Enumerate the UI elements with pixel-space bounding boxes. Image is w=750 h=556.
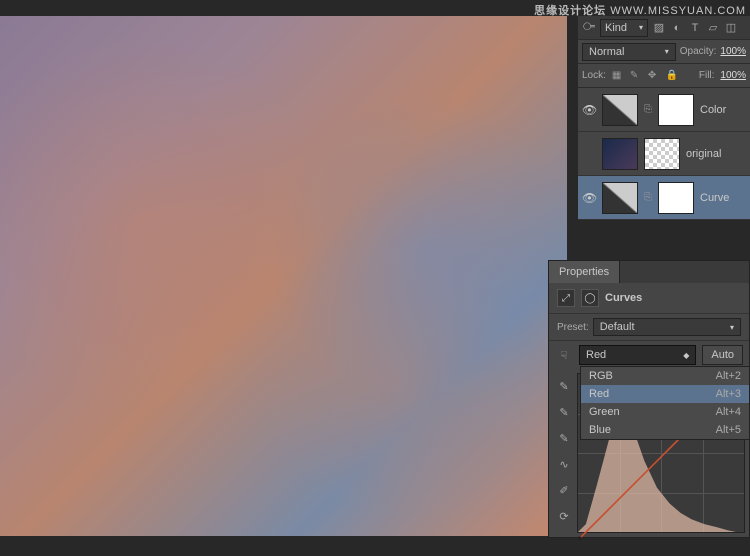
curve-smooth-icon[interactable]: ⟳ xyxy=(555,507,573,525)
layer-row[interactable]: original xyxy=(578,132,750,176)
filter-adjust-icon[interactable]: ◐ xyxy=(670,21,684,35)
visibility-toggle[interactable]: 👁 xyxy=(582,103,596,117)
channel-row: ☟ Red RGBAlt+2 RedAlt+3 GreenAlt+4 BlueA… xyxy=(549,341,749,369)
target-adjust-icon[interactable]: ☟ xyxy=(555,346,573,364)
layer-mask[interactable] xyxy=(658,94,694,126)
kind-select[interactable]: Kind xyxy=(600,19,648,37)
adjustment-title: Curves xyxy=(605,292,642,304)
layer-mask[interactable] xyxy=(658,182,694,214)
filter-type-icon[interactable]: T xyxy=(688,21,702,35)
link-icon: ⎘ xyxy=(644,192,652,203)
blend-row: Normal Opacity: 100% xyxy=(578,40,750,64)
layer-thumb[interactable] xyxy=(602,94,638,126)
preset-label: Preset: xyxy=(557,322,589,333)
eyedropper-white-icon[interactable]: ✎ xyxy=(555,429,573,447)
layer-filter-row: ⧃ Kind ▨ ◐ T ▱ ◫ xyxy=(578,16,750,40)
filter-smart-icon[interactable]: ◫ xyxy=(724,21,738,35)
lock-position-icon[interactable]: ✥ xyxy=(648,70,660,82)
lock-label: Lock: xyxy=(582,70,606,81)
blend-mode-select[interactable]: Normal xyxy=(582,43,676,61)
eyedropper-gray-icon[interactable]: ✎ xyxy=(555,403,573,421)
auto-button[interactable]: Auto xyxy=(702,345,743,365)
channel-dropdown: RGBAlt+2 RedAlt+3 GreenAlt+4 BlueAlt+5 xyxy=(580,366,750,440)
fill-label: Fill: xyxy=(699,70,715,81)
layer-name[interactable]: Color xyxy=(700,104,726,116)
opacity-value[interactable]: 100% xyxy=(720,46,746,57)
lock-all-icon[interactable]: 🔒 xyxy=(666,70,678,82)
tab-properties[interactable]: Properties xyxy=(549,261,620,283)
layer-name[interactable]: original xyxy=(686,148,721,160)
channel-select[interactable]: Red RGBAlt+2 RedAlt+3 GreenAlt+4 BlueAlt… xyxy=(579,345,696,365)
fill-value[interactable]: 100% xyxy=(720,70,746,81)
curve-draw-icon[interactable]: ✐ xyxy=(555,481,573,499)
layer-mask[interactable] xyxy=(644,138,680,170)
curves-icon: ⤢ xyxy=(557,289,575,307)
filter-shape-icon[interactable]: ▱ xyxy=(706,21,720,35)
link-icon: ⎘ xyxy=(644,104,652,115)
preset-row: Preset: Default xyxy=(549,314,749,341)
layer-thumb[interactable] xyxy=(602,182,638,214)
channel-option-rgb[interactable]: RGBAlt+2 xyxy=(581,367,749,385)
preset-select[interactable]: Default xyxy=(593,318,741,336)
canvas[interactable] xyxy=(0,16,567,536)
channel-option-red[interactable]: RedAlt+3 xyxy=(581,385,749,403)
visibility-toggle[interactable]: 👁 xyxy=(582,191,596,205)
layer-list: 👁 ⎘ Color original 👁 ⎘ Curve xyxy=(578,88,750,220)
layers-panel: ⧃ Kind ▨ ◐ T ▱ ◫ Normal Opacity: 100% Lo… xyxy=(578,16,750,220)
channel-option-green[interactable]: GreenAlt+4 xyxy=(581,403,749,421)
lock-transparent-icon[interactable]: ▦ xyxy=(612,70,624,82)
layer-row[interactable]: 👁 ⎘ Curve xyxy=(578,176,750,220)
layer-row[interactable]: 👁 ⎘ Color xyxy=(578,88,750,132)
curve-point-icon[interactable]: ∿ xyxy=(555,455,573,473)
properties-header: ⤢ ◯ Curves xyxy=(549,283,749,314)
opacity-label: Opacity: xyxy=(680,46,717,57)
filter-pixel-icon[interactable]: ▨ xyxy=(652,21,666,35)
channel-option-blue[interactable]: BlueAlt+5 xyxy=(581,421,749,439)
layer-name[interactable]: Curve xyxy=(700,192,729,204)
mask-icon[interactable]: ◯ xyxy=(581,289,599,307)
curves-tools: ✎ ✎ ✎ ∿ ✐ ⟳ xyxy=(553,373,575,533)
layer-thumb[interactable] xyxy=(602,138,638,170)
properties-panel: Properties ⤢ ◯ Curves Preset: Default ☟ … xyxy=(548,260,750,538)
lock-pixels-icon[interactable]: ✎ xyxy=(630,70,642,82)
eyedropper-black-icon[interactable]: ✎ xyxy=(555,377,573,395)
filter-icon: ⧃ xyxy=(582,21,596,35)
lock-row: Lock: ▦ ✎ ✥ 🔒 Fill: 100% xyxy=(578,64,750,88)
properties-tabs: Properties xyxy=(549,261,749,283)
